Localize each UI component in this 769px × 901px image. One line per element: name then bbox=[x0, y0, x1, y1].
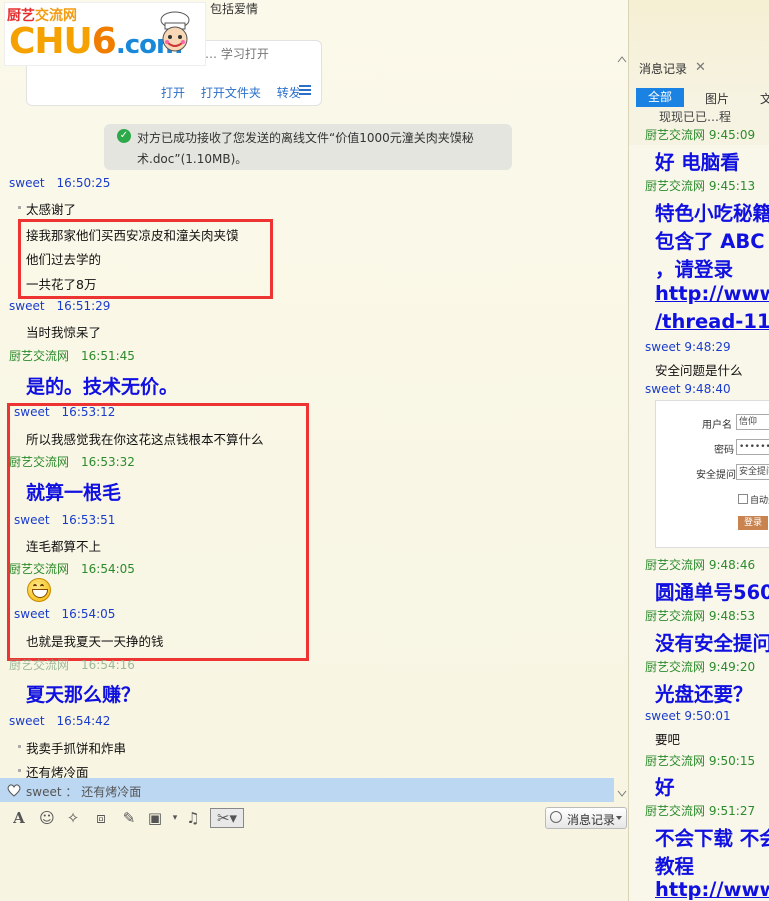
open-folder-link[interactable]: 打开文件夹 bbox=[201, 86, 261, 100]
history-message-large: 光盘还要？ bbox=[655, 683, 753, 706]
close-icon[interactable]: ✕ bbox=[695, 60, 706, 75]
history-sender: sweet 9:48:29 bbox=[645, 340, 731, 354]
history-message-large: ，请登录 bbox=[655, 258, 734, 281]
security-question-field: 安全提问 bbox=[736, 464, 769, 480]
history-message-large: 没有安全提问 bbox=[655, 632, 769, 655]
message-text: 太感谢了 bbox=[26, 202, 77, 217]
chevron-down-icon bbox=[616, 816, 622, 820]
message-text-large: 是的。技术无价。 bbox=[26, 376, 179, 398]
tab-images[interactable]: 图片 bbox=[705, 90, 729, 107]
history-message-large: 包含了 ABC bbox=[655, 230, 765, 253]
shake-window-icon[interactable]: ⧈ bbox=[92, 809, 110, 827]
screenshot-scissors-icon[interactable]: ✂▾ bbox=[210, 808, 244, 828]
history-sender: 厨艺交流网 9:45:13 bbox=[645, 179, 756, 193]
login-form-screenshot: 用户名 信仰 密码 •••••• 安全提问 安全提问 自动登 登录 bbox=[655, 400, 769, 548]
highlight-box bbox=[18, 219, 273, 299]
system-message: ✓ 对方已成功接收了您发送的离线文件“价值1000元潼关肉夹馍秘术.doc”(1… bbox=[104, 124, 512, 170]
history-sender: 厨艺交流网 9:50:15 bbox=[645, 754, 756, 768]
sender-line: sweet 16:51:29 bbox=[9, 299, 111, 313]
heart-icon bbox=[7, 784, 21, 797]
sender-line: sweet 16:54:42 bbox=[9, 714, 111, 728]
input-toolbar: A ☺ ✧ ⧈ ✎ ▣ ▾ ♫ ✂▾ bbox=[0, 804, 628, 832]
history-message-large: 教程 bbox=[655, 855, 695, 878]
bullet-mark bbox=[18, 206, 21, 209]
tab-files[interactable]: 文 bbox=[760, 90, 769, 107]
history-sender: 厨艺交流网 9:51:27 bbox=[645, 804, 756, 818]
history-sender: sweet 9:50:01 bbox=[645, 709, 731, 723]
font-icon[interactable]: A bbox=[10, 809, 28, 827]
check-icon: ✓ bbox=[117, 129, 131, 143]
tab-all[interactable]: 全部 bbox=[636, 88, 684, 107]
sender-line: 厨艺交流网 16:51:45 bbox=[9, 349, 135, 363]
history-cut-text: 现现已已…程 bbox=[659, 110, 732, 124]
open-file-link[interactable]: 打开 bbox=[161, 86, 185, 100]
auto-login-checkbox bbox=[738, 494, 748, 504]
message-text: 我卖手抓饼和炸串 bbox=[26, 741, 127, 756]
history-message-large: 不会下载 不会 bbox=[655, 827, 769, 850]
file-name: … 学习打开 bbox=[205, 47, 269, 61]
scroll-down-icon[interactable] bbox=[617, 790, 627, 798]
message-preview-bar[interactable]: sweet ： 还有烤冷面 bbox=[0, 778, 614, 802]
message-text-large: 夏天那么赚？ bbox=[26, 684, 141, 706]
smiley-icon[interactable]: ☺ bbox=[38, 809, 56, 827]
history-pane: 消息记录 ✕ 全部 图片 文 现现已已…程 厨艺交流网 9:45:09 好 电脑… bbox=[628, 0, 769, 901]
username-field: 信仰 bbox=[736, 414, 769, 430]
bullet-mark bbox=[18, 769, 21, 772]
bullet-mark bbox=[18, 745, 21, 748]
file-actions: 打开 打开文件夹 转发 bbox=[161, 84, 313, 101]
history-message: 要吧 bbox=[655, 732, 681, 747]
history-link[interactable]: http://www bbox=[655, 282, 769, 305]
history-message-large: 好 bbox=[655, 776, 675, 799]
clock-icon bbox=[550, 811, 562, 823]
sender-line: 厨艺交流网 16:54:16 bbox=[9, 658, 135, 672]
image-dropdown-icon[interactable]: ▾ bbox=[166, 809, 184, 827]
scroll-up-icon[interactable] bbox=[617, 55, 627, 63]
history-message-large: 好 电脑看 bbox=[655, 151, 740, 174]
forward-link[interactable]: 转发 bbox=[277, 86, 301, 100]
history-link[interactable]: http://www bbox=[655, 878, 769, 901]
highlight-box bbox=[7, 403, 309, 661]
music-icon[interactable]: ♫ bbox=[184, 809, 202, 827]
history-link[interactable]: /thread-11 bbox=[655, 310, 769, 333]
image-icon[interactable]: ▣ bbox=[146, 809, 164, 827]
history-sender: sweet 9:48:40 bbox=[645, 382, 731, 396]
history-message: 安全问题是什么 bbox=[655, 363, 743, 378]
chu6-logo: 厨艺交流网 CHU6.com bbox=[4, 2, 206, 66]
magic-wand-icon[interactable]: ✧ bbox=[64, 809, 82, 827]
history-sender: 厨艺交流网 9:48:46 bbox=[645, 558, 756, 572]
history-sender: 厨艺交流网 9:45:09 bbox=[645, 128, 756, 142]
history-message-large: 圆通单号560 bbox=[655, 581, 769, 604]
chef-mascot-icon bbox=[160, 11, 190, 52]
history-sender: 厨艺交流网 9:49:20 bbox=[645, 660, 756, 674]
edit-icon[interactable]: ✎ bbox=[120, 809, 138, 827]
history-message-large: 特色小吃秘籍 bbox=[655, 202, 769, 225]
chat-pane: 已成功接收…有另一个人还给你，包括爱情 … 学习打开 打开 打开文件夹 转发 厨… bbox=[0, 0, 628, 901]
history-sender: 厨艺交流网 9:48:53 bbox=[645, 609, 756, 623]
history-title: 消息记录 bbox=[639, 62, 688, 76]
password-field: •••••• bbox=[736, 439, 769, 455]
sender-line: sweet 16:50:25 bbox=[9, 176, 111, 190]
system-message-text: 对方已成功接收了您发送的离线文件“价值1000元潼关肉夹馍秘术.doc”(1.1… bbox=[137, 131, 474, 166]
login-button: 登录 bbox=[738, 516, 768, 530]
message-text: 当时我惊呆了 bbox=[26, 325, 102, 340]
message-history-button[interactable]: 消息记录 bbox=[545, 807, 627, 829]
preview-text: sweet ： 还有烤冷面 bbox=[26, 785, 142, 799]
menu-icon[interactable] bbox=[299, 85, 311, 95]
